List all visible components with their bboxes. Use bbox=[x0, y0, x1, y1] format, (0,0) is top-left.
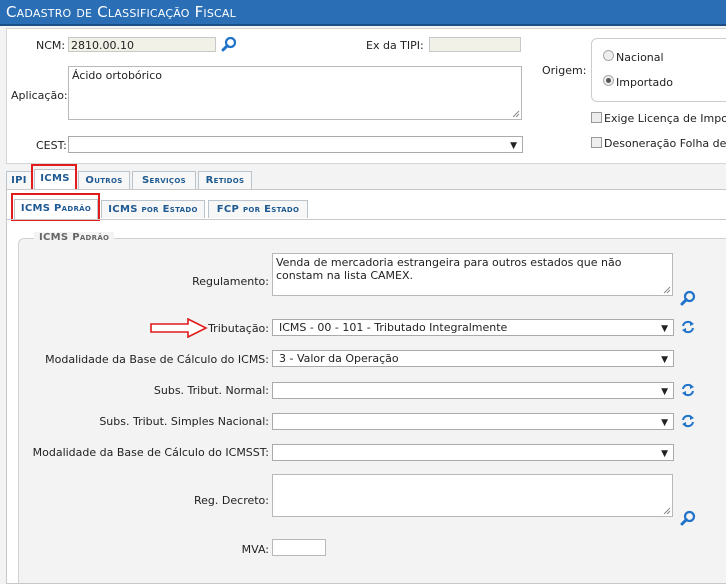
ncm-field[interactable]: 2810.00.10 bbox=[68, 37, 216, 52]
resize-grip-icon[interactable] bbox=[663, 507, 671, 515]
origem-nacional-label: Nacional bbox=[616, 51, 664, 64]
search-icon[interactable] bbox=[221, 36, 237, 52]
tab-ipi[interactable]: IPI bbox=[6, 171, 32, 189]
cest-select[interactable]: ▼ bbox=[68, 136, 523, 153]
refresh-icon[interactable] bbox=[681, 320, 695, 334]
tributacao-label: Tributação: bbox=[208, 322, 269, 335]
subtab-divider bbox=[6, 219, 726, 220]
regulamento-label: Regulamento: bbox=[192, 275, 269, 288]
subs-normal-select[interactable]: ▼ bbox=[272, 382, 674, 399]
aplicacao-textarea[interactable]: Ácido ortobórico bbox=[68, 66, 522, 120]
reg-decreto-textarea[interactable] bbox=[272, 474, 673, 517]
mod-bc-icms-label: Modalidade da Base de Cálculo do ICMS: bbox=[45, 353, 269, 366]
regulamento-textarea[interactable]: Venda de mercadoria estrangeira para out… bbox=[272, 253, 673, 296]
subtab-icms-por-estado[interactable]: ICMS por Estado bbox=[101, 200, 205, 218]
origem-importado-radio[interactable] bbox=[603, 75, 614, 86]
resize-grip-icon[interactable] bbox=[663, 286, 671, 294]
reg-decreto-label: Reg. Decreto: bbox=[194, 494, 269, 507]
chevron-down-icon: ▼ bbox=[510, 141, 517, 151]
chevron-down-icon: ▼ bbox=[661, 449, 668, 459]
subs-simples-label: Subs. Tribut. Simples Nacional: bbox=[99, 415, 269, 428]
chevron-down-icon: ▼ bbox=[661, 387, 668, 397]
mva-label: MVA: bbox=[241, 543, 269, 556]
highlight-box-icms-padrao bbox=[11, 193, 100, 221]
chevron-down-icon: ▼ bbox=[661, 418, 668, 428]
search-icon[interactable] bbox=[680, 290, 696, 306]
ex-tipi-label: Ex da TIPI: bbox=[366, 39, 424, 52]
mod-bc-icms-select[interactable]: 3 - Valor da Operação ▼ bbox=[272, 350, 674, 367]
mod-bc-icmsst-select[interactable]: ▼ bbox=[272, 444, 674, 461]
aplicacao-text: Ácido ortobórico bbox=[72, 69, 163, 82]
chevron-down-icon: ▼ bbox=[661, 324, 668, 334]
origem-group bbox=[591, 38, 726, 102]
search-icon[interactable] bbox=[680, 510, 696, 526]
fieldset-legend: ICMS Padrão bbox=[34, 232, 115, 243]
origem-importado-label: Importado bbox=[616, 76, 673, 89]
subs-simples-select[interactable]: ▼ bbox=[272, 413, 674, 430]
highlight-box-icms-tab bbox=[31, 164, 77, 191]
window-title: Cadastro de Classificação Fiscal bbox=[6, 3, 236, 21]
mva-field[interactable] bbox=[272, 539, 326, 556]
origem-nacional-radio[interactable] bbox=[603, 50, 614, 61]
title-bar: Cadastro de Classificação Fiscal bbox=[0, 0, 726, 26]
refresh-icon[interactable] bbox=[681, 383, 695, 397]
regulamento-text: Venda de mercadoria estrangeira para out… bbox=[276, 256, 622, 282]
tab-retidos[interactable]: Retidos bbox=[198, 171, 252, 189]
resize-grip-icon[interactable] bbox=[512, 110, 520, 118]
exige-licenca-label: Exige Licença de Impo bbox=[604, 112, 726, 125]
cest-label: CEST: bbox=[36, 139, 67, 152]
desoneracao-label: Desoneração Folha de bbox=[604, 137, 726, 150]
tab-outros[interactable]: Outros bbox=[78, 171, 130, 189]
exige-licenca-checkbox[interactable] bbox=[591, 112, 602, 123]
refresh-icon[interactable] bbox=[681, 414, 695, 428]
subtab-fcp-por-estado[interactable]: FCP por Estado bbox=[208, 200, 308, 218]
origem-label: Origem: bbox=[542, 64, 587, 77]
subs-normal-label: Subs. Tribut. Normal: bbox=[153, 384, 269, 397]
tab-servicos[interactable]: Serviços bbox=[132, 171, 196, 189]
mod-bc-icms-select-value: 3 - Valor da Operação bbox=[279, 352, 399, 365]
chevron-down-icon: ▼ bbox=[661, 355, 668, 365]
desoneracao-checkbox[interactable] bbox=[591, 137, 602, 148]
ncm-label: NCM: bbox=[36, 39, 66, 52]
ex-tipi-field[interactable] bbox=[429, 37, 521, 52]
tributacao-select[interactable]: ICMS - 00 - 101 - Tributado Integralment… bbox=[272, 319, 674, 336]
aplicacao-label: Aplicação: bbox=[11, 89, 68, 102]
mod-bc-icmsst-label: Modalidade da Base de Cálculo do ICMSST: bbox=[32, 446, 269, 459]
tributacao-select-value: ICMS - 00 - 101 - Tributado Integralment… bbox=[279, 321, 508, 334]
